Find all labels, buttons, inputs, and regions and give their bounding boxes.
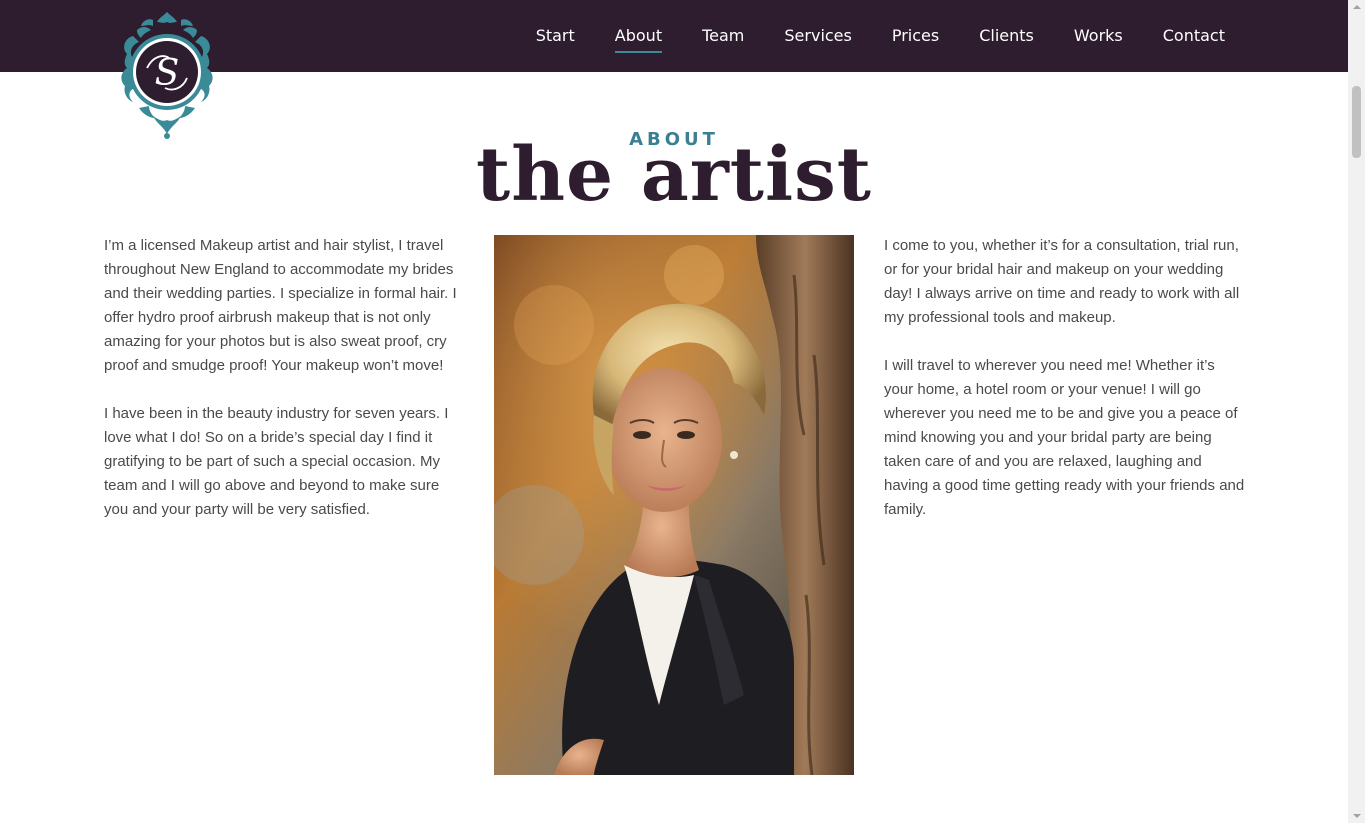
page: Start About Team Services Prices Clients… xyxy=(0,0,1365,823)
nav-link-team[interactable]: Team xyxy=(702,22,744,51)
ornate-monogram-logo-icon: S xyxy=(121,12,213,139)
nav-link-prices[interactable]: Prices xyxy=(892,22,939,51)
about-paragraph: I’m a licensed Makeup artist and hair st… xyxy=(104,237,457,374)
site-logo[interactable]: S xyxy=(113,8,221,140)
artist-portrait-photo xyxy=(494,235,854,775)
about-left-column: I’m a licensed Makeup artist and hair st… xyxy=(104,234,466,546)
scrollbar-thumb[interactable] xyxy=(1352,86,1361,158)
main-navigation: Start About Team Services Prices Clients… xyxy=(496,0,1225,72)
nav-link-contact[interactable]: Contact xyxy=(1163,22,1225,51)
about-paragraph: I have been in the beauty industry for s… xyxy=(104,405,449,518)
portrait-illustration xyxy=(494,235,854,775)
nav-link-about[interactable]: About xyxy=(614,22,663,53)
about-paragraph: I will travel to wherever you need me! W… xyxy=(884,357,1245,518)
page-scrollbar[interactable] xyxy=(1348,0,1365,823)
about-right-column: I come to you, whether it’s for a consul… xyxy=(884,234,1248,546)
logo-monogram: S xyxy=(155,53,180,94)
scroll-up-arrow-icon[interactable] xyxy=(1353,5,1361,9)
nav-link-clients[interactable]: Clients xyxy=(979,22,1034,51)
scroll-down-arrow-icon[interactable] xyxy=(1353,814,1361,818)
about-paragraph: I come to you, whether it’s for a consul… xyxy=(884,237,1240,326)
section-title: the artist xyxy=(476,132,872,218)
nav-link-start[interactable]: Start xyxy=(536,22,575,51)
nav-link-services[interactable]: Services xyxy=(784,22,851,51)
nav-link-works[interactable]: Works xyxy=(1074,22,1123,51)
